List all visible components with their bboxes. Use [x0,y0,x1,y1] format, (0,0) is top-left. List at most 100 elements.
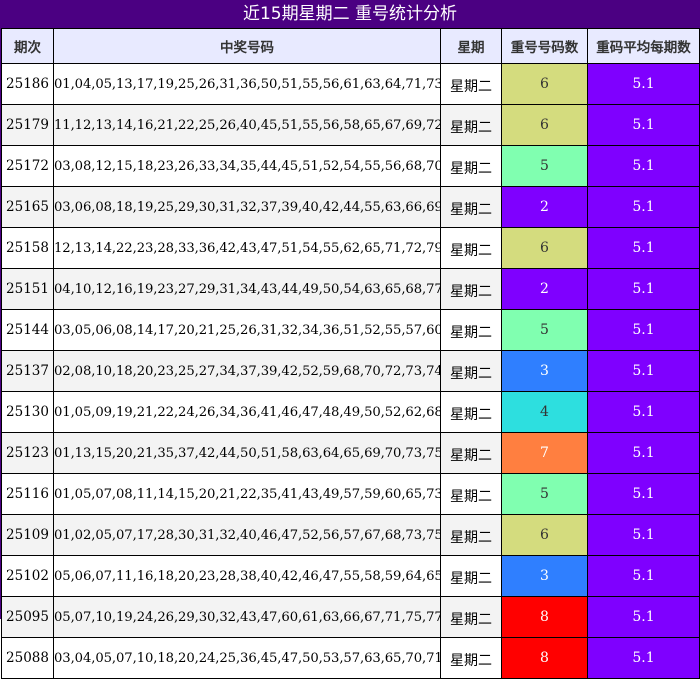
winning-numbers-cell: 02,08,10,18,20,23,25,27,34,37,39,42,52,5… [53,350,441,392]
winning-numbers-cell: 03,06,08,18,19,25,29,30,31,32,37,39,40,4… [53,186,441,228]
repeat-count-cell: 6 [501,227,588,269]
weekday-cell: 星期二 [440,309,502,351]
header-weekday: 星期 [440,28,502,64]
issue-cell: 25095 [1,596,54,638]
weekday-cell: 星期二 [440,432,502,474]
issue-cell: 25137 [1,350,54,392]
repeat-count-cell: 5 [501,473,588,515]
average-cell: 5.1 [587,391,700,433]
winning-numbers-cell: 01,13,15,20,21,35,37,42,44,50,51,58,63,6… [53,432,441,474]
average-cell: 5.1 [587,555,700,597]
average-cell: 5.1 [587,268,700,310]
weekday-cell: 星期二 [440,596,502,638]
table-row: 25116 01,05,07,08,11,14,15,20,21,22,35,41… [1,473,700,515]
winning-numbers-cell: 03,05,06,08,14,17,20,21,25,26,31,32,34,3… [53,309,441,351]
issue-cell: 25179 [1,104,54,146]
repeat-count-cell: 2 [501,268,588,310]
winning-numbers-cell: 12,13,14,22,23,28,33,36,42,43,47,51,54,5… [53,227,441,269]
weekday-cell: 星期二 [440,391,502,433]
repeat-count-cell: 8 [501,637,588,679]
issue-cell: 25151 [1,268,54,310]
average-cell: 5.1 [587,514,700,556]
issue-cell: 25123 [1,432,54,474]
winning-numbers-cell: 03,04,05,07,10,18,20,24,25,36,45,47,50,5… [53,637,441,679]
table-row: 25179 11,12,13,14,16,21,22,25,26,40,45,51… [1,104,700,146]
issue-cell: 25088 [1,637,54,679]
winning-numbers-cell: 01,02,05,07,17,28,30,31,32,40,46,47,52,5… [53,514,441,556]
weekday-cell: 星期二 [440,227,502,269]
winning-numbers-cell: 01,04,05,13,17,19,25,26,31,36,50,51,55,5… [53,63,441,105]
winning-numbers-cell: 01,05,09,19,21,22,24,26,34,36,41,46,47,4… [53,391,441,433]
table-header-row: 期次 中奖号码 星期 重号号码数 重码平均每期数 [1,28,700,64]
issue-cell: 25116 [1,473,54,515]
average-cell: 5.1 [587,350,700,392]
weekday-cell: 星期二 [440,473,502,515]
table-row: 25137 02,08,10,18,20,23,25,27,34,37,39,42… [1,350,700,392]
average-cell: 5.1 [587,227,700,269]
issue-cell: 25186 [1,63,54,105]
table-row: 25123 01,13,15,20,21,35,37,42,44,50,51,58… [1,432,700,474]
weekday-cell: 星期二 [440,63,502,105]
weekday-cell: 星期二 [440,514,502,556]
repeat-count-cell: 5 [501,145,588,187]
repeat-stats-table: 期次 中奖号码 星期 重号号码数 重码平均每期数 25186 01,04,05,1… [1,28,700,679]
table-row: 25088 03,04,05,07,10,18,20,24,25,36,45,47… [1,637,700,679]
table-row: 25158 12,13,14,22,23,28,33,36,42,43,47,51… [1,227,700,269]
header-issue: 期次 [1,28,54,64]
table-row: 25109 01,02,05,07,17,28,30,31,32,40,46,47… [1,514,700,556]
header-repeat-count: 重号号码数 [501,28,588,64]
repeat-count-cell: 3 [501,555,588,597]
average-cell: 5.1 [587,186,700,228]
repeat-count-cell: 4 [501,391,588,433]
weekday-cell: 星期二 [440,555,502,597]
average-cell: 5.1 [587,596,700,638]
weekday-cell: 星期二 [440,145,502,187]
table-row: 25095 05,07,10,19,24,26,29,30,32,43,47,60… [1,596,700,638]
repeat-count-cell: 3 [501,350,588,392]
issue-cell: 25165 [1,186,54,228]
average-cell: 5.1 [587,309,700,351]
weekday-cell: 星期二 [440,268,502,310]
issue-cell: 25130 [1,391,54,433]
table-row: 25172 03,08,12,15,18,23,26,33,34,35,44,45… [1,145,700,187]
table-row: 25130 01,05,09,19,21,22,24,26,34,36,41,46… [1,391,700,433]
table-row: 25186 01,04,05,13,17,19,25,26,31,36,50,51… [1,63,700,105]
winning-numbers-cell: 11,12,13,14,16,21,22,25,26,40,45,51,55,5… [53,104,441,146]
winning-numbers-cell: 03,08,12,15,18,23,26,33,34,35,44,45,51,5… [53,145,441,187]
repeat-count-cell: 6 [501,63,588,105]
repeat-count-cell: 2 [501,186,588,228]
issue-cell: 25144 [1,309,54,351]
table-row: 25151 04,10,12,16,19,23,27,29,31,34,43,44… [1,268,700,310]
table-body: 25186 01,04,05,13,17,19,25,26,31,36,50,51… [1,63,700,679]
repeat-count-cell: 6 [501,514,588,556]
winning-numbers-cell: 01,05,07,08,11,14,15,20,21,22,35,41,43,4… [53,473,441,515]
repeat-count-cell: 6 [501,104,588,146]
header-average: 重码平均每期数 [587,28,700,64]
stats-panel: 近15期星期二 重号统计分析 期次 中奖号码 星期 重号号码数 重码平均每期数 … [0,0,700,679]
repeat-count-cell: 8 [501,596,588,638]
issue-cell: 25172 [1,145,54,187]
average-cell: 5.1 [587,63,700,105]
issue-cell: 25109 [1,514,54,556]
issue-cell: 25158 [1,227,54,269]
winning-numbers-cell: 04,10,12,16,19,23,27,29,31,34,43,44,49,5… [53,268,441,310]
table-row: 25165 03,06,08,18,19,25,29,30,31,32,37,39… [1,186,700,228]
average-cell: 5.1 [587,473,700,515]
average-cell: 5.1 [587,432,700,474]
weekday-cell: 星期二 [440,186,502,228]
weekday-cell: 星期二 [440,104,502,146]
average-cell: 5.1 [587,637,700,679]
repeat-count-cell: 5 [501,309,588,351]
issue-cell: 25102 [1,555,54,597]
repeat-count-cell: 7 [501,432,588,474]
table-row: 25144 03,05,06,08,14,17,20,21,25,26,31,32… [1,309,700,351]
average-cell: 5.1 [587,145,700,187]
weekday-cell: 星期二 [440,350,502,392]
panel-title: 近15期星期二 重号统计分析 [1,1,699,28]
winning-numbers-cell: 05,07,10,19,24,26,29,30,32,43,47,60,61,6… [53,596,441,638]
winning-numbers-cell: 05,06,07,11,16,18,20,23,28,38,40,42,46,4… [53,555,441,597]
table-row: 25102 05,06,07,11,16,18,20,23,28,38,40,42… [1,555,700,597]
average-cell: 5.1 [587,104,700,146]
header-numbers: 中奖号码 [53,28,441,64]
weekday-cell: 星期二 [440,637,502,679]
